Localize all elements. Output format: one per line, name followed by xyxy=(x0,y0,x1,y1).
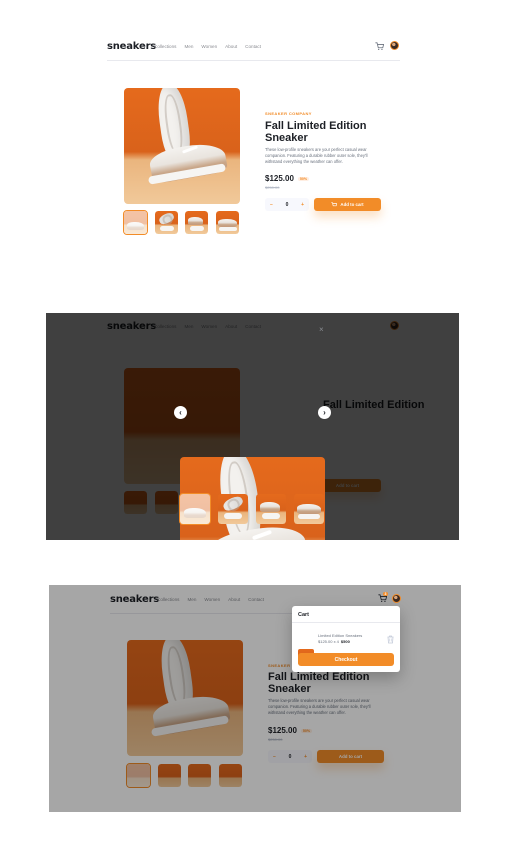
main-nav: Collections Men Women About Contact xyxy=(154,44,261,49)
cart-icon[interactable] xyxy=(375,42,384,51)
cart-icon xyxy=(331,201,338,206)
price: $125.00 xyxy=(265,174,294,183)
nav-women[interactable]: Women xyxy=(201,44,217,49)
product-main-image[interactable] xyxy=(124,88,240,204)
cart-item-total: $500 xyxy=(340,639,350,644)
plus-button[interactable]: + xyxy=(301,202,304,208)
product-page-default: sneakers Collections Men Women About Con… xyxy=(0,0,515,235)
close-icon[interactable]: × xyxy=(319,325,324,334)
lightbox-thumbnail-4[interactable] xyxy=(294,494,324,524)
nav-contact[interactable]: Contact xyxy=(245,44,261,49)
price-row: $125.00 50% xyxy=(265,174,310,183)
thumbnail-4[interactable] xyxy=(216,211,239,234)
thumbnail-2[interactable] xyxy=(155,211,178,234)
lightbox-thumbnail-1[interactable] xyxy=(179,493,211,525)
minus-button[interactable]: − xyxy=(270,202,273,208)
cart-item-name: Limited Edition Sneakers xyxy=(318,633,363,638)
cart-count-badge: 3 xyxy=(383,592,388,596)
old-price: $250.00 xyxy=(265,185,280,190)
checkout-button[interactable]: Checkout xyxy=(298,653,394,666)
chevron-left-icon[interactable]: ‹ xyxy=(174,406,187,419)
cart-title: Cart xyxy=(292,606,400,623)
quantity-stepper[interactable]: − 0 + xyxy=(265,198,309,211)
cart-item-price-calc: $125.00 x 4 xyxy=(318,639,339,644)
nav-about[interactable]: About xyxy=(225,44,237,49)
nav-collections[interactable]: Collections xyxy=(154,44,176,49)
product-title-line2: Sneaker xyxy=(265,131,308,144)
avatar[interactable] xyxy=(392,594,401,603)
product-page-lightbox: sneakers Collections Men Women About Con… xyxy=(46,313,459,540)
lightbox-thumbnail-3[interactable] xyxy=(256,494,286,524)
trash-icon[interactable] xyxy=(387,635,394,644)
chevron-right-icon[interactable]: › xyxy=(318,406,331,419)
avatar[interactable] xyxy=(390,41,399,50)
logo[interactable]: sneakers xyxy=(107,41,156,52)
quantity-value: 0 xyxy=(285,201,289,208)
discount-badge: 50% xyxy=(297,176,310,181)
nav-men[interactable]: Men xyxy=(184,44,193,49)
cart-item-price-row: $125.00 x 4 $500 xyxy=(318,639,350,644)
nav-divider xyxy=(107,60,400,61)
product-page-cart-open: sneakers Collections Men Women About Con… xyxy=(49,585,461,812)
thumbnail-1[interactable] xyxy=(123,210,148,235)
product-title: Fall Limited Edition Sneaker xyxy=(265,120,367,144)
cart-popover: Cart Limited Edition Sneakers $125.00 x … xyxy=(292,606,400,672)
product-title-line1: Fall Limited Edition xyxy=(265,120,367,132)
company-label: SNEAKER COMPANY xyxy=(265,111,312,116)
add-to-cart-button[interactable]: Add to cart xyxy=(314,198,381,211)
add-to-cart-label: Add to cart xyxy=(340,202,364,207)
product-description: These low-profile sneakers are your perf… xyxy=(265,147,368,164)
thumbnail-3[interactable] xyxy=(185,211,208,234)
lightbox-thumbnail-2[interactable] xyxy=(218,494,248,524)
